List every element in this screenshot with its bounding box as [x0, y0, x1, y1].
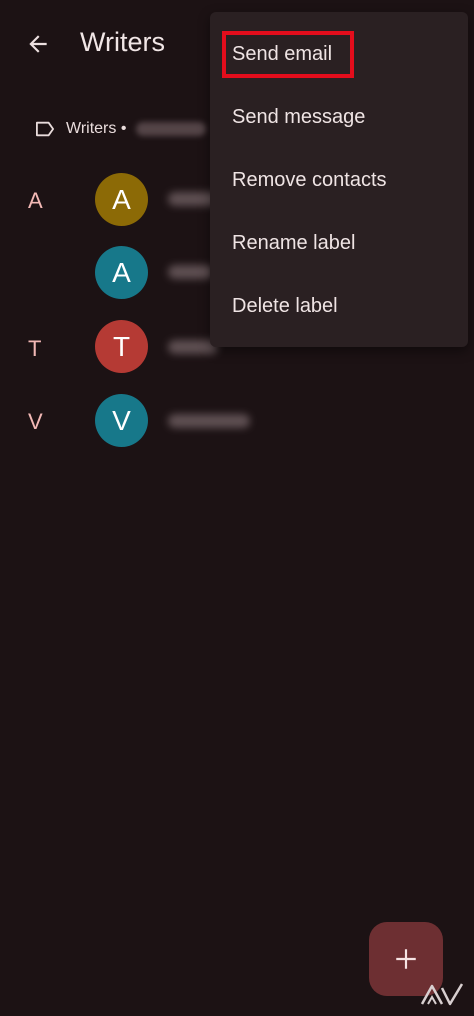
avatar[interactable]: V [95, 394, 148, 447]
menu-item-remove-contacts[interactable]: Remove contacts [232, 160, 387, 200]
label-icon [36, 121, 55, 137]
section-letter: A [28, 188, 43, 213]
blurred-account [136, 122, 207, 136]
avatar[interactable]: A [95, 246, 148, 299]
page-title: Writers [80, 27, 165, 57]
avatar[interactable]: A [95, 173, 148, 226]
label-chip: Writers • [34, 116, 207, 142]
contact-name[interactable] [168, 414, 250, 428]
arrow-back-icon [29, 35, 47, 53]
avatar[interactable]: T [95, 320, 148, 373]
highlight-box [222, 31, 354, 78]
section-letter: V [28, 409, 43, 434]
label-chip-text: Writers • [66, 120, 127, 137]
watermark-logo-icon [420, 983, 464, 1006]
menu-item-delete-label[interactable]: Delete label [232, 286, 338, 326]
section-letter: T [28, 336, 42, 361]
back-button[interactable] [20, 26, 56, 62]
contact-name[interactable] [168, 265, 213, 279]
menu-item-send-message[interactable]: Send message [232, 97, 365, 137]
plus-icon [396, 949, 416, 969]
menu-item-rename-label[interactable]: Rename label [232, 223, 355, 263]
